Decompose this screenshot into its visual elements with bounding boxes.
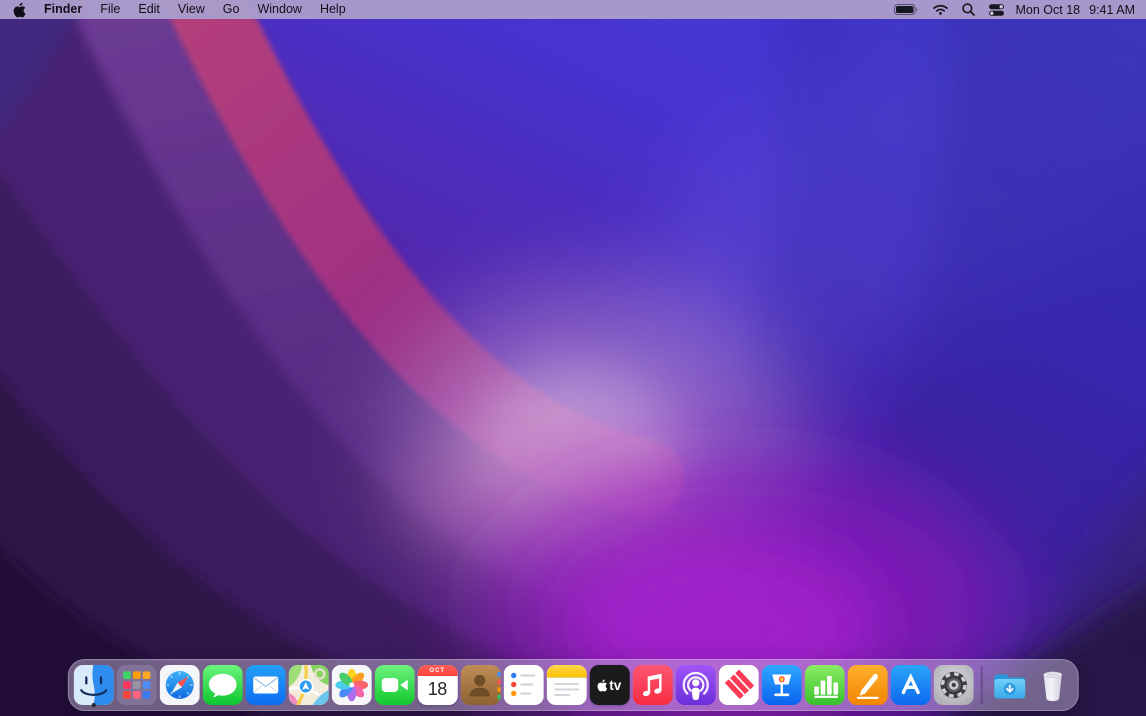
dock-item-launchpad[interactable] [115,662,158,708]
system-preferences-icon [933,665,973,705]
dock-item-trash[interactable] [1031,662,1074,708]
dock-separator [981,666,983,704]
dock-item-facetime[interactable] [373,662,416,708]
spotlight-search-icon[interactable] [955,0,982,19]
menu-bar-left: Finder File Edit View Go Window Help [0,0,355,19]
wallpaper-image [0,0,1146,716]
downloads-folder-icon [990,665,1030,705]
tv-label: tv [609,678,621,693]
dock-item-messages[interactable] [201,662,244,708]
contacts-icon [460,665,500,705]
dock-item-calendar[interactable]: OCT 18 [416,662,459,708]
trash-icon [1033,665,1073,705]
menu-bar: Finder File Edit View Go Window Help [0,0,1146,19]
dock-item-mail[interactable] [244,662,287,708]
battery-icon[interactable] [887,0,926,19]
dock-item-notes[interactable] [545,662,588,708]
apple-menu[interactable] [0,0,35,19]
news-icon [718,665,758,705]
dock-item-keynote[interactable] [760,662,803,708]
menu-clock[interactable]: Mon Oct 18 9:41 AM [1016,3,1136,17]
dock-item-reminders[interactable] [502,662,545,708]
apple-logo-glyph [597,679,608,692]
dock-item-maps[interactable] [287,662,330,708]
dock-item-appstore[interactable] [889,662,932,708]
finder-icon [73,665,113,705]
dock-item-photos[interactable] [330,662,373,708]
music-icon [632,665,672,705]
wifi-icon[interactable] [926,0,955,19]
numbers-icon [804,665,844,705]
pages-icon [847,665,887,705]
facetime-icon [374,665,414,705]
menu-active-app[interactable]: Finder [35,0,91,19]
reminders-icon [503,665,543,705]
maps-icon [288,665,328,705]
menu-view[interactable]: View [169,0,214,19]
app-store-icon [890,665,930,705]
menu-window[interactable]: Window [248,0,310,19]
launchpad-icon [116,665,156,705]
dock-item-podcasts[interactable] [674,662,717,708]
menu-time: 9:41 AM [1089,3,1135,17]
apple-tv-icon: tv [589,665,629,705]
calendar-month-label: OCT [417,665,457,676]
desktop: Finder File Edit View Go Window Help [0,0,1146,716]
dock-item-music[interactable] [631,662,674,708]
apple-logo-icon [13,2,26,18]
dock-item-safari[interactable] [158,662,201,708]
dock-item-finder[interactable] [72,662,115,708]
menu-go[interactable]: Go [214,0,249,19]
dock-item-news[interactable] [717,662,760,708]
dock-item-tv[interactable]: tv [588,662,631,708]
calendar-day-label: 18 [417,676,457,705]
notes-icon [546,665,586,705]
podcasts-icon [675,665,715,705]
photos-icon [331,665,371,705]
keynote-icon [761,665,801,705]
menu-help[interactable]: Help [311,0,355,19]
menu-edit[interactable]: Edit [129,0,169,19]
dock-item-downloads[interactable] [988,662,1031,708]
messages-icon [202,665,242,705]
calendar-icon: OCT 18 [417,665,457,705]
mail-icon [245,665,285,705]
dock: OCT 18 [68,659,1079,711]
menu-file[interactable]: File [91,0,129,19]
control-center-icon[interactable] [982,0,1011,19]
dock-item-numbers[interactable] [803,662,846,708]
dock-item-system-preferences[interactable] [932,662,975,708]
dock-item-contacts[interactable] [459,662,502,708]
dock-item-pages[interactable] [846,662,889,708]
menu-date: Mon Oct 18 [1016,3,1081,17]
finder-running-indicator [91,703,95,707]
menu-bar-status: Mon Oct 18 9:41 AM [887,0,1146,19]
safari-icon [159,665,199,705]
